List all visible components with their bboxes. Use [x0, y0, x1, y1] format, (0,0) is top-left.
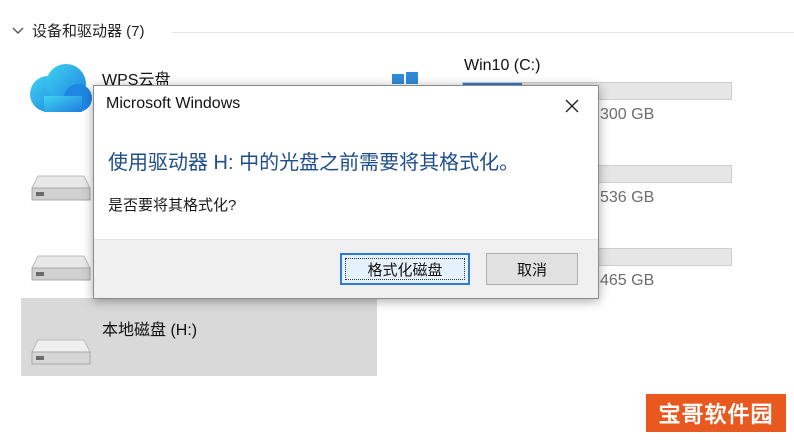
drive-c-label: Win10 (C:) — [464, 57, 541, 74]
cancel-button[interactable]: 取消 — [486, 253, 578, 285]
drive-c-size: 300 GB — [600, 106, 655, 123]
watermark-logo: 宝哥软件园 — [646, 394, 786, 432]
format-dialog: Microsoft Windows 使用驱动器 H: 中的光盘之前需要将其格式化… — [93, 85, 599, 299]
drive-h-label: 本地磁盘 (H:) — [102, 322, 198, 339]
drive-3-size: 465 GB — [600, 272, 655, 289]
dialog-heading: 使用驱动器 H: 中的光盘之前需要将其格式化。 — [108, 152, 520, 174]
drive-2-usage-bar — [596, 165, 732, 183]
cloud-icon — [30, 64, 92, 112]
hard-drive-icon — [31, 175, 91, 201]
chevron-down-icon — [12, 27, 24, 34]
group-title: 设备和驱动器 (7) — [32, 23, 145, 40]
focus-ring — [345, 258, 465, 280]
devices-group-header[interactable]: 设备和驱动器 (7) — [10, 20, 145, 41]
hard-drive-icon — [31, 255, 91, 281]
cancel-button-label: 取消 — [516, 261, 547, 279]
drive-2-size: 536 GB — [600, 189, 655, 206]
dialog-title: Microsoft Windows — [106, 95, 241, 112]
group-divider — [172, 32, 794, 33]
hard-drive-icon — [31, 339, 91, 365]
watermark-text: 宝哥软件园 — [658, 402, 774, 427]
close-icon[interactable] — [560, 94, 584, 118]
drive-3-usage-bar — [596, 248, 732, 266]
dialog-question: 是否要将其格式化? — [108, 197, 237, 214]
format-disk-button[interactable]: 格式化磁盘 — [340, 253, 470, 285]
dialog-footer: 格式化磁盘 取消 — [94, 239, 598, 298]
